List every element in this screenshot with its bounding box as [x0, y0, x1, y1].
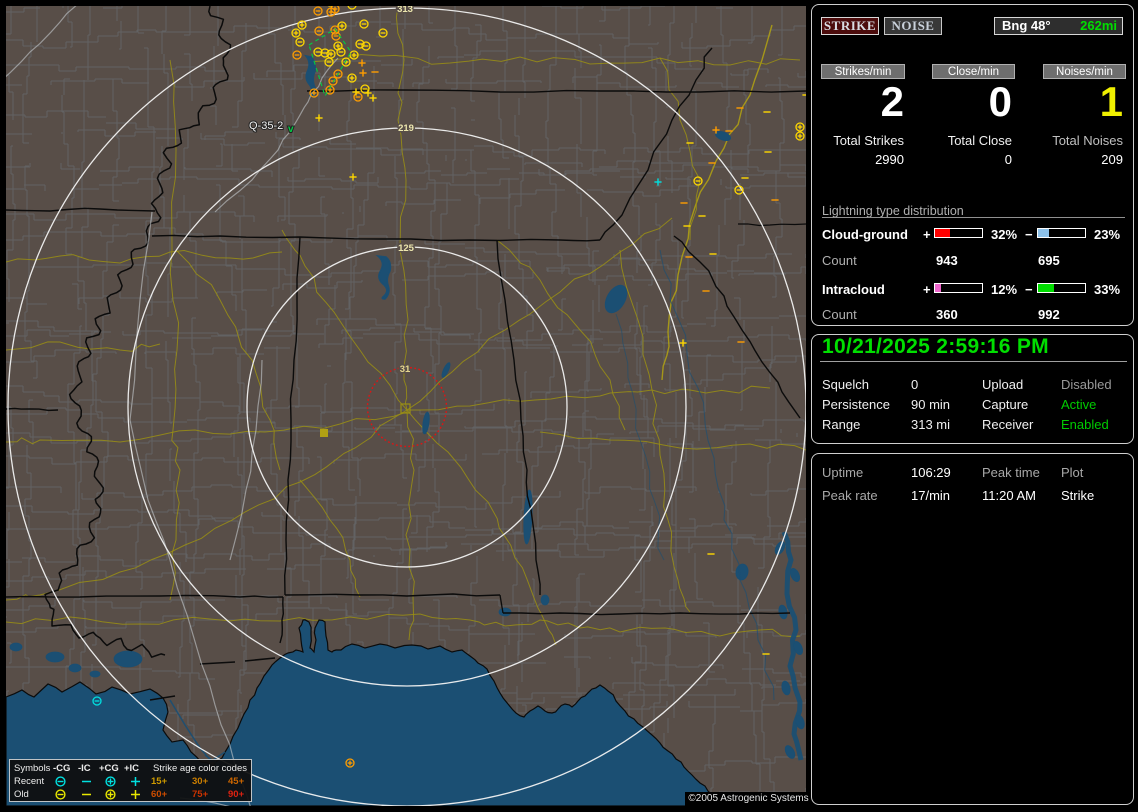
svg-text:Q-35-2: Q-35-2 [249, 120, 283, 132]
svg-text:219: 219 [398, 123, 414, 134]
svg-text:125: 125 [398, 243, 415, 254]
svg-text:v: v [288, 124, 294, 135]
svg-text:31: 31 [400, 364, 411, 375]
